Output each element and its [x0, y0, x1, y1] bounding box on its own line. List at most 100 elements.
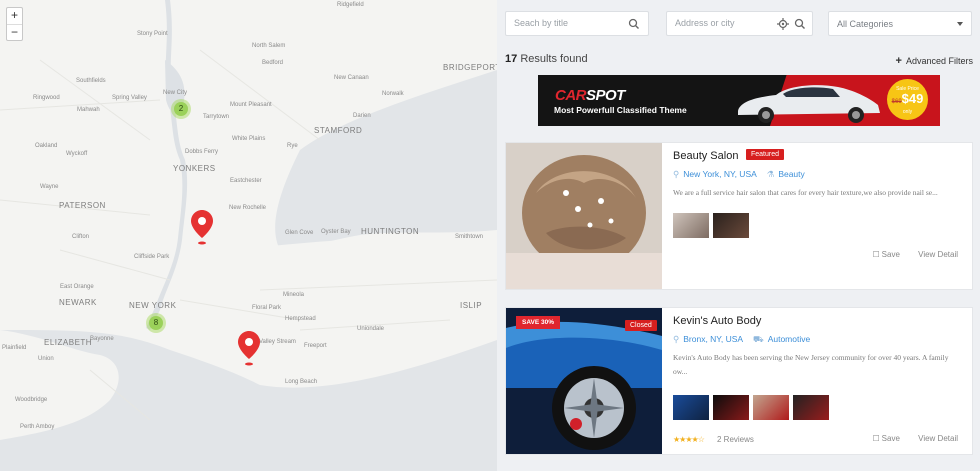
- map-label: Woodbridge: [15, 397, 48, 403]
- map-label: Valley Stream: [259, 339, 296, 345]
- map-label: Dobbs Ferry: [185, 149, 219, 155]
- gallery-thumbnail[interactable]: [753, 395, 789, 420]
- map-label: Rye: [287, 143, 298, 149]
- rating-stars: ★★★★☆: [673, 435, 705, 444]
- map-label: ELIZABETH: [44, 338, 93, 347]
- advanced-filters-button[interactable]: + Advanced Filters: [896, 55, 973, 67]
- chevron-down-icon: [957, 22, 963, 26]
- map-label: Ridgefield: [337, 2, 364, 8]
- map-label: Hempstead: [285, 316, 316, 322]
- reviews-count[interactable]: 2 Reviews: [717, 435, 754, 444]
- map-label: Ringwood: [33, 95, 60, 101]
- locate-icon[interactable]: [777, 18, 789, 30]
- map-label: Bedford: [262, 60, 284, 66]
- map-label: Cliffside Park: [134, 254, 170, 260]
- map-label: North Salem: [252, 43, 286, 49]
- map-pin-marker[interactable]: [238, 331, 260, 367]
- location-pin-icon: ⚲: [673, 169, 680, 179]
- map-label: East Orange: [60, 284, 94, 290]
- zoom-control: + −: [6, 7, 23, 41]
- map-label: New Rochelle: [229, 205, 267, 211]
- listing-description: We are a full service hair salon that ca…: [673, 188, 938, 197]
- save-button[interactable]: ☐ Save: [872, 434, 899, 443]
- banner-logo: CARSPOT: [555, 87, 625, 104]
- advanced-filters-label: Advanced Filters: [905, 56, 973, 66]
- title-search-box: [505, 11, 649, 36]
- listing-meta: ⚲ Bronx, NY, USA ⛟ Automotive: [673, 334, 810, 346]
- results-label: Results found: [520, 53, 588, 65]
- listing-actions: ☐ Save View Detail: [856, 434, 958, 443]
- map-label: Bayonne: [90, 336, 114, 342]
- map-label: Mineola: [283, 292, 305, 298]
- map-label: Tarrytown: [203, 114, 230, 120]
- car-icon: ⛟: [752, 334, 764, 344]
- closed-badge: Closed: [625, 320, 657, 331]
- listing-meta: ⚲ New York, NY, USA ⚗ Beauty: [673, 169, 805, 180]
- listing-title[interactable]: Kevin's Auto Body: [673, 315, 761, 327]
- zoom-in-button[interactable]: +: [7, 8, 22, 24]
- listing-category[interactable]: Beauty: [778, 169, 804, 179]
- gallery-thumbnail[interactable]: [673, 213, 709, 238]
- map-label: Stony Point: [137, 31, 168, 37]
- map-label: NEWARK: [59, 298, 97, 307]
- listing-image[interactable]: [506, 143, 662, 289]
- map-label: ISLIP: [460, 301, 483, 310]
- listing-card: SAVE 30% Closed Kevin's Auto Body ⚲ Bronx…: [505, 307, 973, 455]
- map-label: Uniondale: [357, 326, 385, 332]
- map-cluster-marker[interactable]: 2: [171, 99, 191, 119]
- location-pin-icon: ⚲: [673, 334, 680, 344]
- view-detail-button[interactable]: View Detail: [918, 250, 958, 259]
- listing-gallery: [673, 213, 749, 238]
- listing-card: Beauty Salon Featured ⚲ New York, NY, USA…: [505, 142, 973, 290]
- map-label: Glen Cove: [285, 230, 314, 236]
- listing-category[interactable]: Automotive: [768, 334, 811, 344]
- map-view[interactable]: Ridgefield Stony Point North Salem Bedfo…: [0, 0, 497, 471]
- listing-actions: ☐ Save View Detail: [856, 250, 958, 259]
- gallery-thumbnail[interactable]: [673, 395, 709, 420]
- map-label: Smithtown: [455, 234, 484, 240]
- address-search-input[interactable]: [675, 18, 775, 28]
- gallery-thumbnail[interactable]: [713, 213, 749, 238]
- title-search-input[interactable]: [514, 18, 614, 28]
- zoom-out-button[interactable]: −: [7, 24, 22, 40]
- category-icon: ⚗: [766, 169, 775, 179]
- map-label: Floral Park: [252, 305, 282, 311]
- map-label: Oyster Bay: [321, 229, 351, 235]
- listing-title[interactable]: Beauty Salon: [673, 150, 738, 162]
- map-label: STAMFORD: [314, 126, 363, 135]
- map-pin-marker[interactable]: [191, 210, 213, 246]
- map-label: White Plains: [232, 136, 266, 142]
- listing-description: Kevin's Auto Body has been serving the N…: [673, 353, 949, 376]
- banner-car-image: [738, 85, 880, 123]
- map-label: Freeport: [304, 343, 327, 349]
- view-detail-button[interactable]: View Detail: [918, 434, 958, 443]
- map-label: Oakland: [35, 143, 58, 149]
- gallery-thumbnail[interactable]: [713, 395, 749, 420]
- map-label: Mount Pleasant: [230, 102, 272, 108]
- map-label: HUNTINGTON: [361, 227, 420, 236]
- map-label: Wyckoff: [66, 151, 88, 157]
- search-icon[interactable]: [794, 18, 806, 30]
- map-label: Eastchester: [230, 178, 262, 184]
- save-button[interactable]: ☐ Save: [872, 250, 899, 259]
- map-cluster-marker[interactable]: 8: [146, 313, 166, 333]
- listing-location[interactable]: Bronx, NY, USA: [683, 334, 742, 344]
- map-label: Southfields: [76, 78, 106, 84]
- map-label: Mahwah: [77, 107, 100, 113]
- cluster-count: 2: [174, 102, 188, 116]
- plus-icon: +: [895, 55, 902, 67]
- map-label: New City: [163, 90, 188, 96]
- listing-location[interactable]: New York, NY, USA: [683, 169, 756, 179]
- results-count: 17 Results found: [505, 53, 588, 65]
- map-label: Wayne: [40, 184, 59, 190]
- category-select[interactable]: All Categories: [828, 11, 972, 36]
- map-label: BRIDGEPORT: [443, 63, 497, 72]
- map-label: YONKERS: [173, 164, 216, 173]
- map-label: NEW YORK: [129, 301, 177, 310]
- cluster-count: 8: [149, 316, 163, 330]
- promo-banner[interactable]: CARSPOT Most Powerfull Classified Theme …: [538, 75, 940, 126]
- gallery-thumbnail[interactable]: [793, 395, 829, 420]
- search-icon[interactable]: [628, 18, 640, 30]
- map-label: PATERSON: [59, 201, 106, 210]
- results-number: 17: [505, 53, 518, 65]
